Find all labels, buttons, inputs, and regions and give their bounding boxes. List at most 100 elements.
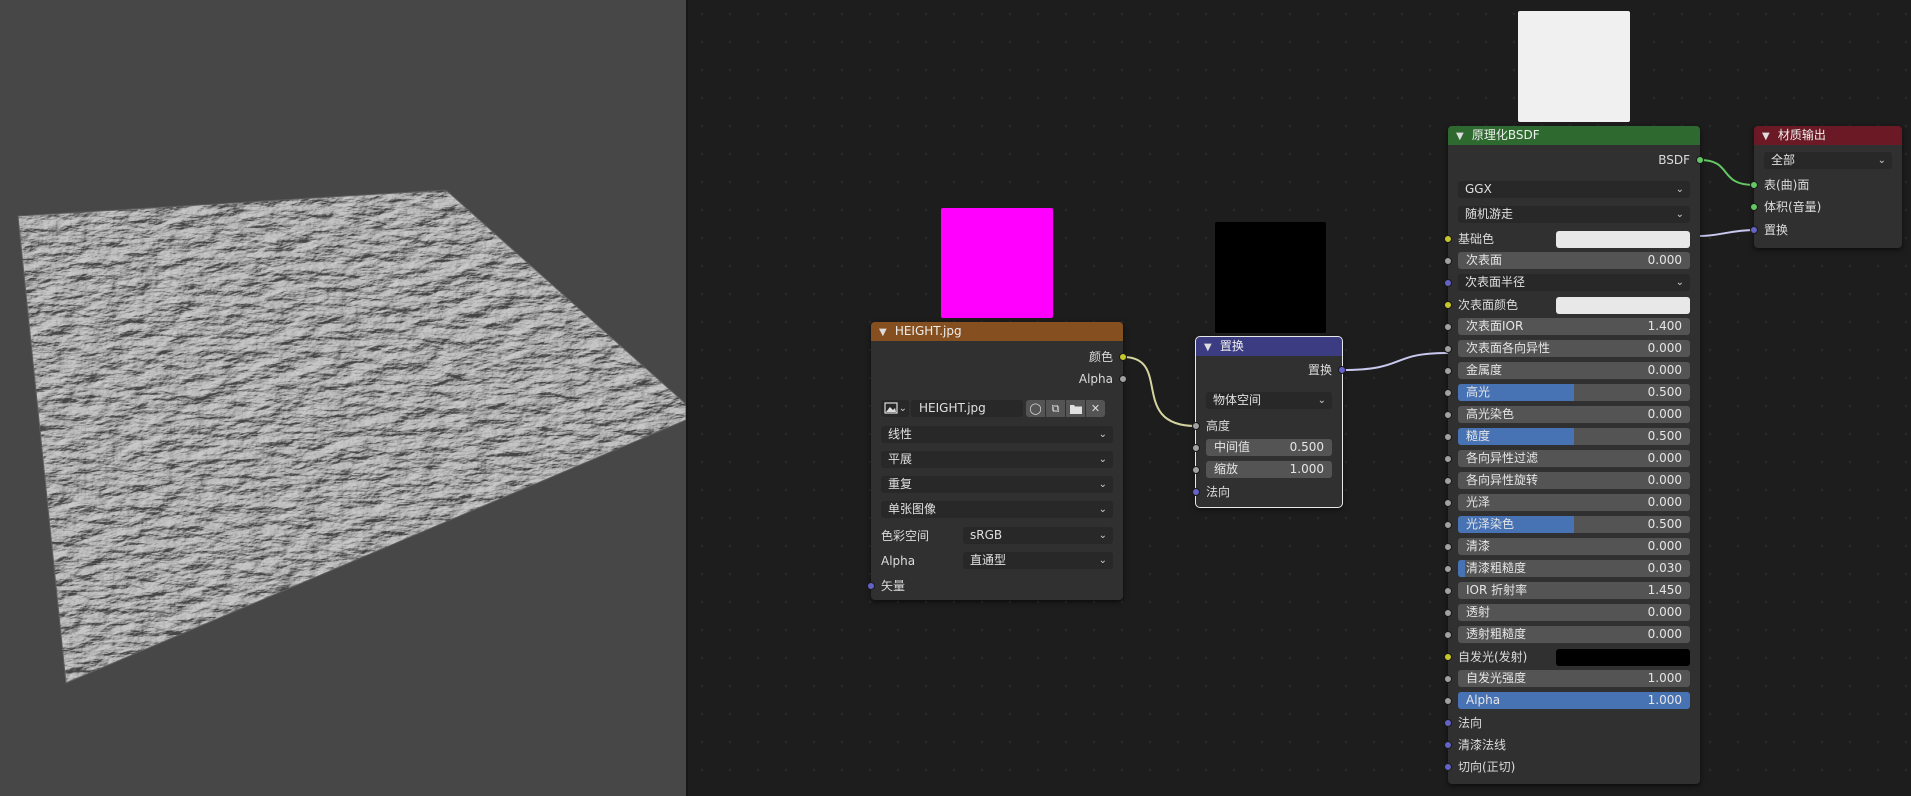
- subsurface-method-dropdown[interactable]: 随机游走 ⌄: [1458, 206, 1690, 223]
- unlink-x-icon[interactable]: ✕: [1086, 400, 1105, 417]
- bsdf-param-socket[interactable]: [1444, 543, 1452, 551]
- emission-strength-field[interactable]: 自发光强度 1.000: [1458, 670, 1690, 687]
- base-color-swatch[interactable]: [1556, 231, 1690, 248]
- image-name-field[interactable]: HEIGHT.jpg: [911, 400, 1023, 417]
- bsdf-param-field[interactable]: 各向异性旋转 0.000: [1458, 472, 1690, 489]
- volume-input-socket[interactable]: [1750, 203, 1758, 211]
- displacement-output-socket[interactable]: [1338, 366, 1346, 374]
- bsdf-param-value: 0.000: [1647, 407, 1682, 421]
- normal-input-socket[interactable]: [1192, 488, 1200, 496]
- bsdf-param-field[interactable]: 光泽染色 0.500: [1458, 516, 1690, 533]
- bsdf-param-socket[interactable]: [1444, 455, 1452, 463]
- emission-color-swatch[interactable]: [1556, 649, 1690, 666]
- collapse-chevron-icon[interactable]: ▼: [1456, 127, 1468, 145]
- duplicate-icon[interactable]: ⧉: [1046, 400, 1065, 417]
- interpolation-dropdown[interactable]: 线性 ⌄: [881, 426, 1113, 443]
- collapse-chevron-icon[interactable]: ▼: [879, 323, 891, 341]
- alpha-output-socket[interactable]: [1119, 375, 1127, 383]
- image-texture-node[interactable]: ▼ HEIGHT.jpg 颜色 Alpha ⌄ HEIGHT.jpg ◯ ⧉ ✕…: [867, 322, 1127, 600]
- bsdf-param-field[interactable]: 次表面各向异性 0.000: [1458, 340, 1690, 357]
- bsdf-param-socket[interactable]: [1444, 411, 1452, 419]
- bsdf-param-socket[interactable]: [1444, 631, 1452, 639]
- shader-node-editor[interactable]: ▼ HEIGHT.jpg 颜色 Alpha ⌄ HEIGHT.jpg ◯ ⧉ ✕…: [688, 0, 1911, 796]
- alpha-mode-dropdown[interactable]: 直通型 ⌄: [963, 552, 1113, 569]
- displacement-node[interactable]: ▼ 置换 置换 物体空间 ⌄ 高度 中间值 0.500 缩放 1.000 法向: [1192, 336, 1346, 508]
- bsdf-param-field[interactable]: 金属度 0.000: [1458, 362, 1690, 379]
- clearcoat-normal-socket[interactable]: [1444, 741, 1452, 749]
- output-node-header[interactable]: ▼ 材质输出: [1754, 126, 1902, 145]
- bsdf-param-field[interactable]: 高光染色 0.000: [1458, 406, 1690, 423]
- distribution-dropdown[interactable]: GGX ⌄: [1458, 181, 1690, 198]
- scale-field[interactable]: 缩放 1.000: [1206, 461, 1332, 478]
- bsdf-param-socket[interactable]: [1444, 367, 1452, 375]
- emission-label: 自发光(发射): [1458, 650, 1528, 664]
- bsdf-param-socket[interactable]: [1444, 587, 1452, 595]
- 3d-viewport[interactable]: [0, 0, 686, 796]
- bsdf-param-socket[interactable]: [1444, 565, 1452, 573]
- bsdf-param-field[interactable]: 光泽 0.000: [1458, 494, 1690, 511]
- bsdf-param-socket[interactable]: [1444, 609, 1452, 617]
- image-icon: [884, 402, 898, 414]
- bsdf-param-socket[interactable]: [1444, 345, 1452, 353]
- bsdf-param-label: 透射: [1466, 605, 1491, 619]
- bsdf-node-header[interactable]: ▼ 原理化BSDF: [1448, 126, 1700, 145]
- bsdf-output-socket[interactable]: [1696, 156, 1704, 164]
- source-dropdown[interactable]: 单张图像 ⌄: [881, 501, 1113, 518]
- midlevel-label: 中间值: [1214, 440, 1251, 454]
- base-color-socket[interactable]: [1444, 235, 1452, 243]
- alpha-field[interactable]: Alpha 1.000: [1458, 692, 1690, 709]
- tangent-socket[interactable]: [1444, 763, 1452, 771]
- emission-strength-socket[interactable]: [1444, 675, 1452, 683]
- bsdf-param-field[interactable]: 高光 0.500: [1458, 384, 1690, 401]
- bsdf-param-socket[interactable]: [1444, 433, 1452, 441]
- bsdf-param-field[interactable]: 清漆 0.000: [1458, 538, 1690, 555]
- displacement-node-header[interactable]: ▼ 置换: [1196, 337, 1342, 356]
- bsdf-param-socket[interactable]: [1444, 323, 1452, 331]
- vector-input-socket[interactable]: [867, 582, 875, 590]
- midlevel-input-socket[interactable]: [1192, 444, 1200, 452]
- color-output-socket[interactable]: [1119, 353, 1127, 361]
- bsdf-param-socket[interactable]: [1444, 389, 1452, 397]
- bsdf-param-socket[interactable]: [1444, 499, 1452, 507]
- midlevel-field[interactable]: 中间值 0.500: [1206, 439, 1332, 456]
- collapse-chevron-icon[interactable]: ▼: [1204, 338, 1216, 356]
- subsurface-field[interactable]: 次表面 0.000: [1458, 252, 1690, 269]
- collapse-chevron-icon[interactable]: ▼: [1762, 127, 1774, 145]
- alpha-label: Alpha: [1466, 693, 1501, 707]
- bsdf-param-field[interactable]: 次表面IOR 1.400: [1458, 318, 1690, 335]
- target-dropdown[interactable]: 全部 ⌄: [1764, 152, 1892, 169]
- emission-socket[interactable]: [1444, 653, 1452, 661]
- alpha-socket[interactable]: [1444, 697, 1452, 705]
- space-dropdown[interactable]: 物体空间 ⌄: [1206, 392, 1332, 409]
- extension-dropdown[interactable]: 重复 ⌄: [881, 476, 1113, 493]
- displacement-input-label: 置换: [1764, 223, 1789, 237]
- subsurface-radius-socket[interactable]: [1444, 279, 1452, 287]
- image-type-dropdown[interactable]: ⌄: [881, 400, 909, 417]
- bsdf-param-field[interactable]: 透射粗糙度 0.000: [1458, 626, 1690, 643]
- image-node-header[interactable]: ▼ HEIGHT.jpg: [871, 322, 1123, 341]
- displacement-input-socket[interactable]: [1750, 226, 1758, 234]
- projection-dropdown[interactable]: 平展 ⌄: [881, 451, 1113, 468]
- material-output-node[interactable]: ▼ 材质输出 全部 ⌄ 表(曲)面 体积(音量) 置换: [1750, 126, 1902, 248]
- bsdf-param-field[interactable]: 糙度 0.500: [1458, 428, 1690, 445]
- bsdf-param-field[interactable]: 清漆粗糙度 0.030: [1458, 560, 1690, 577]
- bsdf-normal-socket[interactable]: [1444, 719, 1452, 727]
- principled-bsdf-node[interactable]: ▼ 原理化BSDF BSDF GGX ⌄ 随机游走 ⌄ 基础色 次表面 0.00…: [1444, 126, 1704, 784]
- bsdf-param-field[interactable]: 透射 0.000: [1458, 604, 1690, 621]
- bsdf-param-row: 次表面各向异性 0.000: [1444, 340, 1700, 358]
- bsdf-param-socket[interactable]: [1444, 521, 1452, 529]
- scale-input-socket[interactable]: [1192, 466, 1200, 474]
- bsdf-param-field[interactable]: IOR 折射率 1.450: [1458, 582, 1690, 599]
- open-folder-icon[interactable]: [1066, 400, 1085, 417]
- height-input-socket[interactable]: [1192, 422, 1200, 430]
- colorspace-dropdown[interactable]: sRGB ⌄: [963, 527, 1113, 544]
- subsurface-socket[interactable]: [1444, 257, 1452, 265]
- bsdf-param-field[interactable]: 各向异性过滤 0.000: [1458, 450, 1690, 467]
- bsdf-param-socket[interactable]: [1444, 477, 1452, 485]
- subsurface-color-socket[interactable]: [1444, 301, 1452, 309]
- subsurface-radius-dropdown[interactable]: 次表面半径 ⌄: [1458, 274, 1690, 291]
- bsdf-output-row: BSDF: [1448, 151, 1704, 169]
- fake-user-shield-icon[interactable]: ◯: [1026, 400, 1045, 417]
- surface-input-socket[interactable]: [1750, 181, 1758, 189]
- subsurface-color-swatch[interactable]: [1556, 297, 1690, 314]
